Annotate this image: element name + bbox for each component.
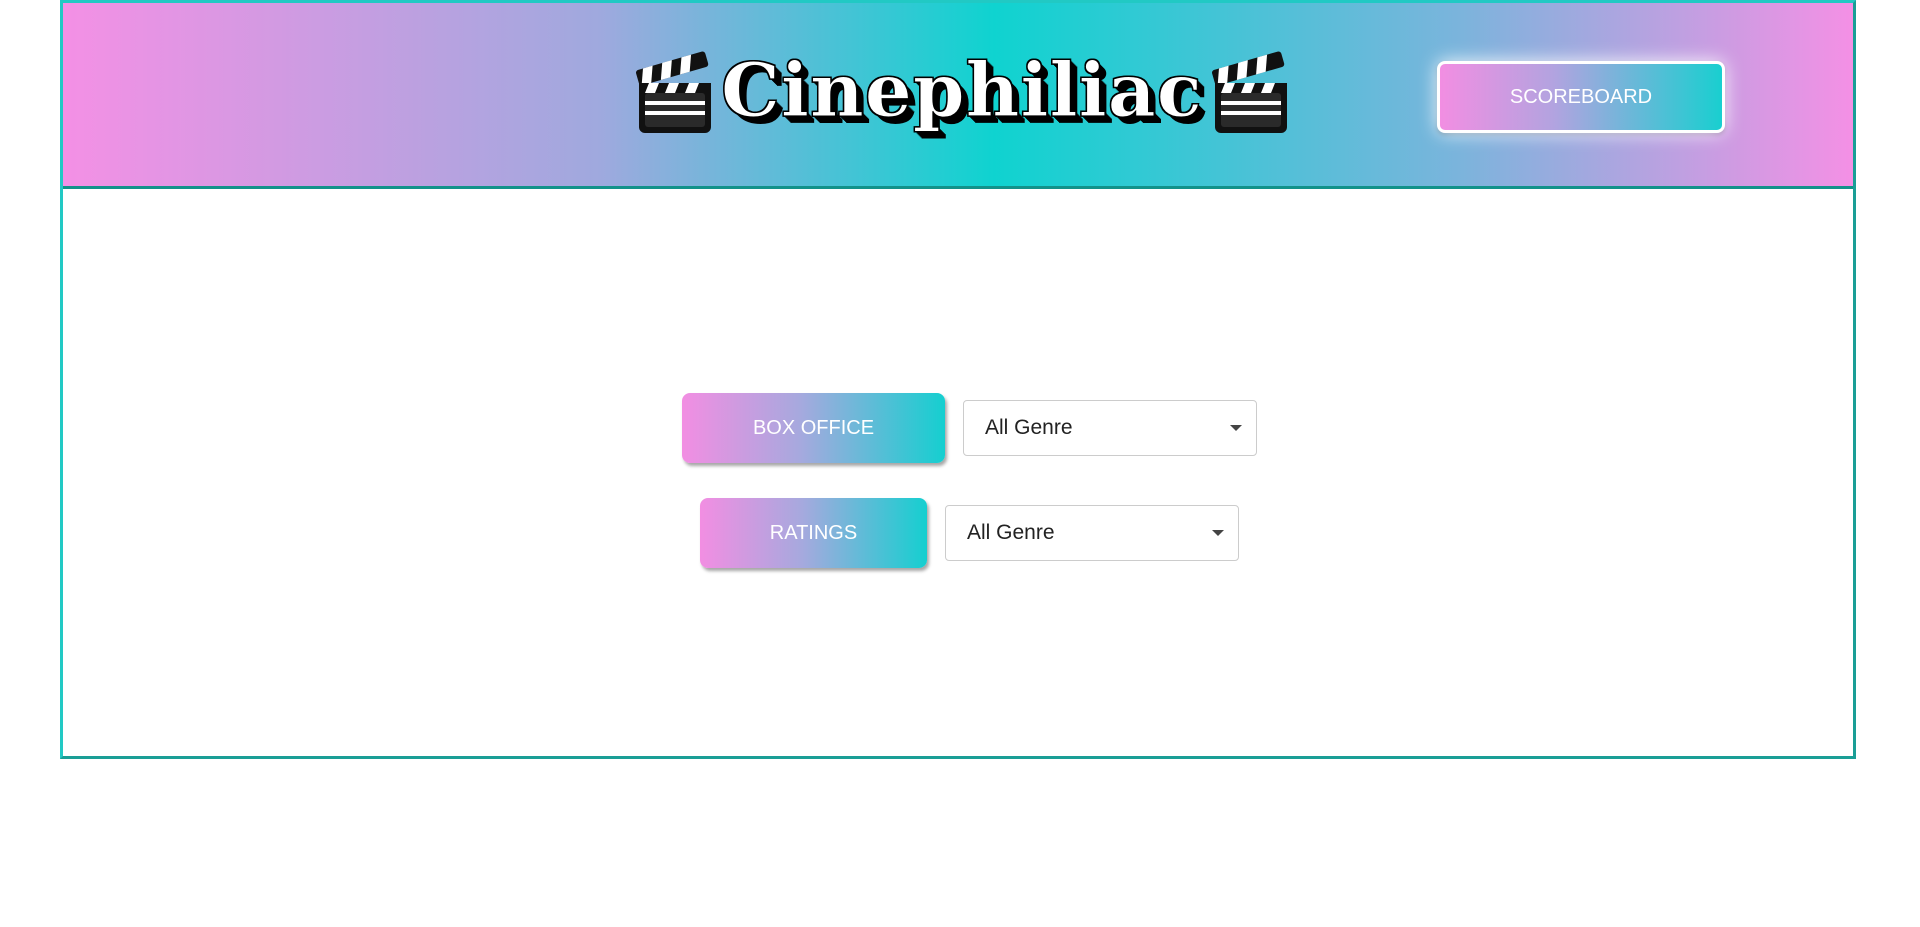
- box-office-row: BOX OFFICE All Genre: [682, 393, 1257, 463]
- app-frame: Cinephiliac SCOREBOARD BOX OFFICE All Ge…: [60, 0, 1856, 759]
- clapperboard-icon: [633, 47, 715, 135]
- ratings-genre-select[interactable]: All Genre: [945, 505, 1239, 561]
- box-office-genre-value: All Genre: [985, 416, 1073, 439]
- chevron-down-icon: [1212, 530, 1224, 536]
- ratings-row: RATINGS All Genre: [700, 498, 1239, 568]
- header-banner: Cinephiliac SCOREBOARD: [63, 3, 1853, 189]
- site-logo: Cinephiliac: [633, 41, 1291, 141]
- chevron-down-icon: [1230, 425, 1242, 431]
- ratings-genre-value: All Genre: [967, 521, 1055, 544]
- site-title: Cinephiliac: [721, 48, 1203, 134]
- clapperboard-icon: [1209, 47, 1291, 135]
- ratings-button[interactable]: RATINGS: [700, 498, 927, 568]
- box-office-button[interactable]: BOX OFFICE: [682, 393, 945, 463]
- box-office-genre-select[interactable]: All Genre: [963, 400, 1257, 456]
- game-mode-controls: BOX OFFICE All Genre RATINGS All Genre: [63, 189, 1853, 759]
- scoreboard-button[interactable]: SCOREBOARD: [1437, 61, 1725, 133]
